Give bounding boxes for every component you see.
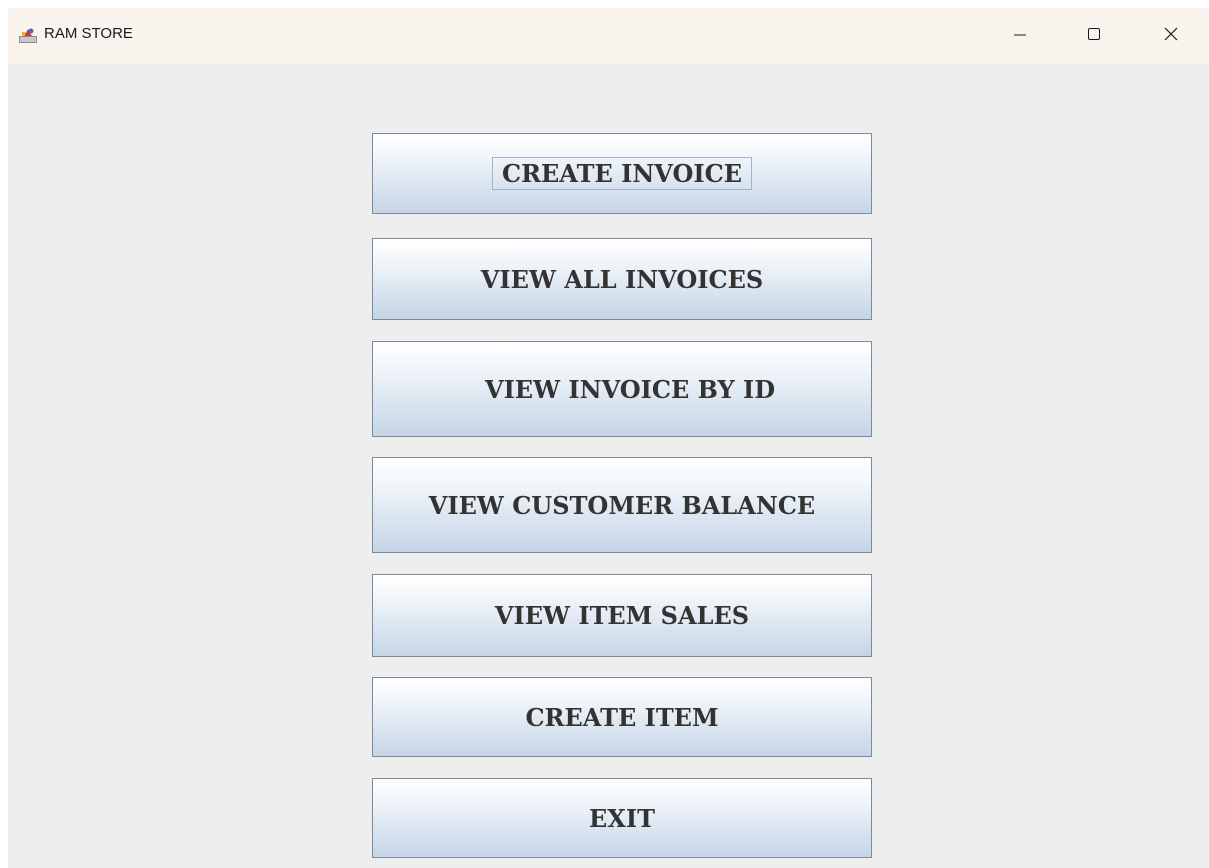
java-app-icon — [18, 26, 38, 44]
create-invoice-button[interactable]: CREATE INVOICE — [372, 133, 872, 214]
close-button[interactable] — [1148, 16, 1194, 52]
exit-button[interactable]: EXIT — [372, 778, 872, 858]
maximize-icon — [1086, 26, 1102, 42]
view-item-sales-label: VIEW ITEM SALES — [494, 601, 750, 630]
minimize-button[interactable] — [997, 16, 1043, 52]
close-icon — [1163, 26, 1179, 42]
minimize-icon — [1012, 26, 1028, 42]
exit-label: EXIT — [589, 803, 655, 833]
view-all-invoices-button[interactable]: VIEW ALL INVOICES — [372, 238, 872, 320]
view-item-sales-button[interactable]: VIEW ITEM SALES — [372, 574, 872, 657]
create-item-button[interactable]: CREATE ITEM — [372, 677, 872, 757]
view-invoice-by-id-button[interactable]: VIEW INVOICE BY ID — [372, 341, 872, 437]
create-invoice-label: CREATE INVOICE — [491, 157, 753, 190]
view-all-invoices-label: VIEW ALL INVOICES — [480, 264, 764, 294]
view-customer-balance-label: VIEW CUSTOMER BALANCE — [428, 490, 816, 520]
app-window: RAM STORE CREATE INVOICE VIEW ALL INVOIC… — [8, 8, 1209, 868]
view-customer-balance-button[interactable]: VIEW CUSTOMER BALANCE — [372, 457, 872, 553]
view-invoice-by-id-label: VIEW INVOICE BY ID — [484, 374, 776, 404]
create-item-label: CREATE ITEM — [525, 702, 719, 732]
window-title: RAM STORE — [44, 25, 133, 42]
title-bar[interactable]: RAM STORE — [8, 8, 1209, 64]
maximize-button[interactable] — [1071, 16, 1117, 52]
